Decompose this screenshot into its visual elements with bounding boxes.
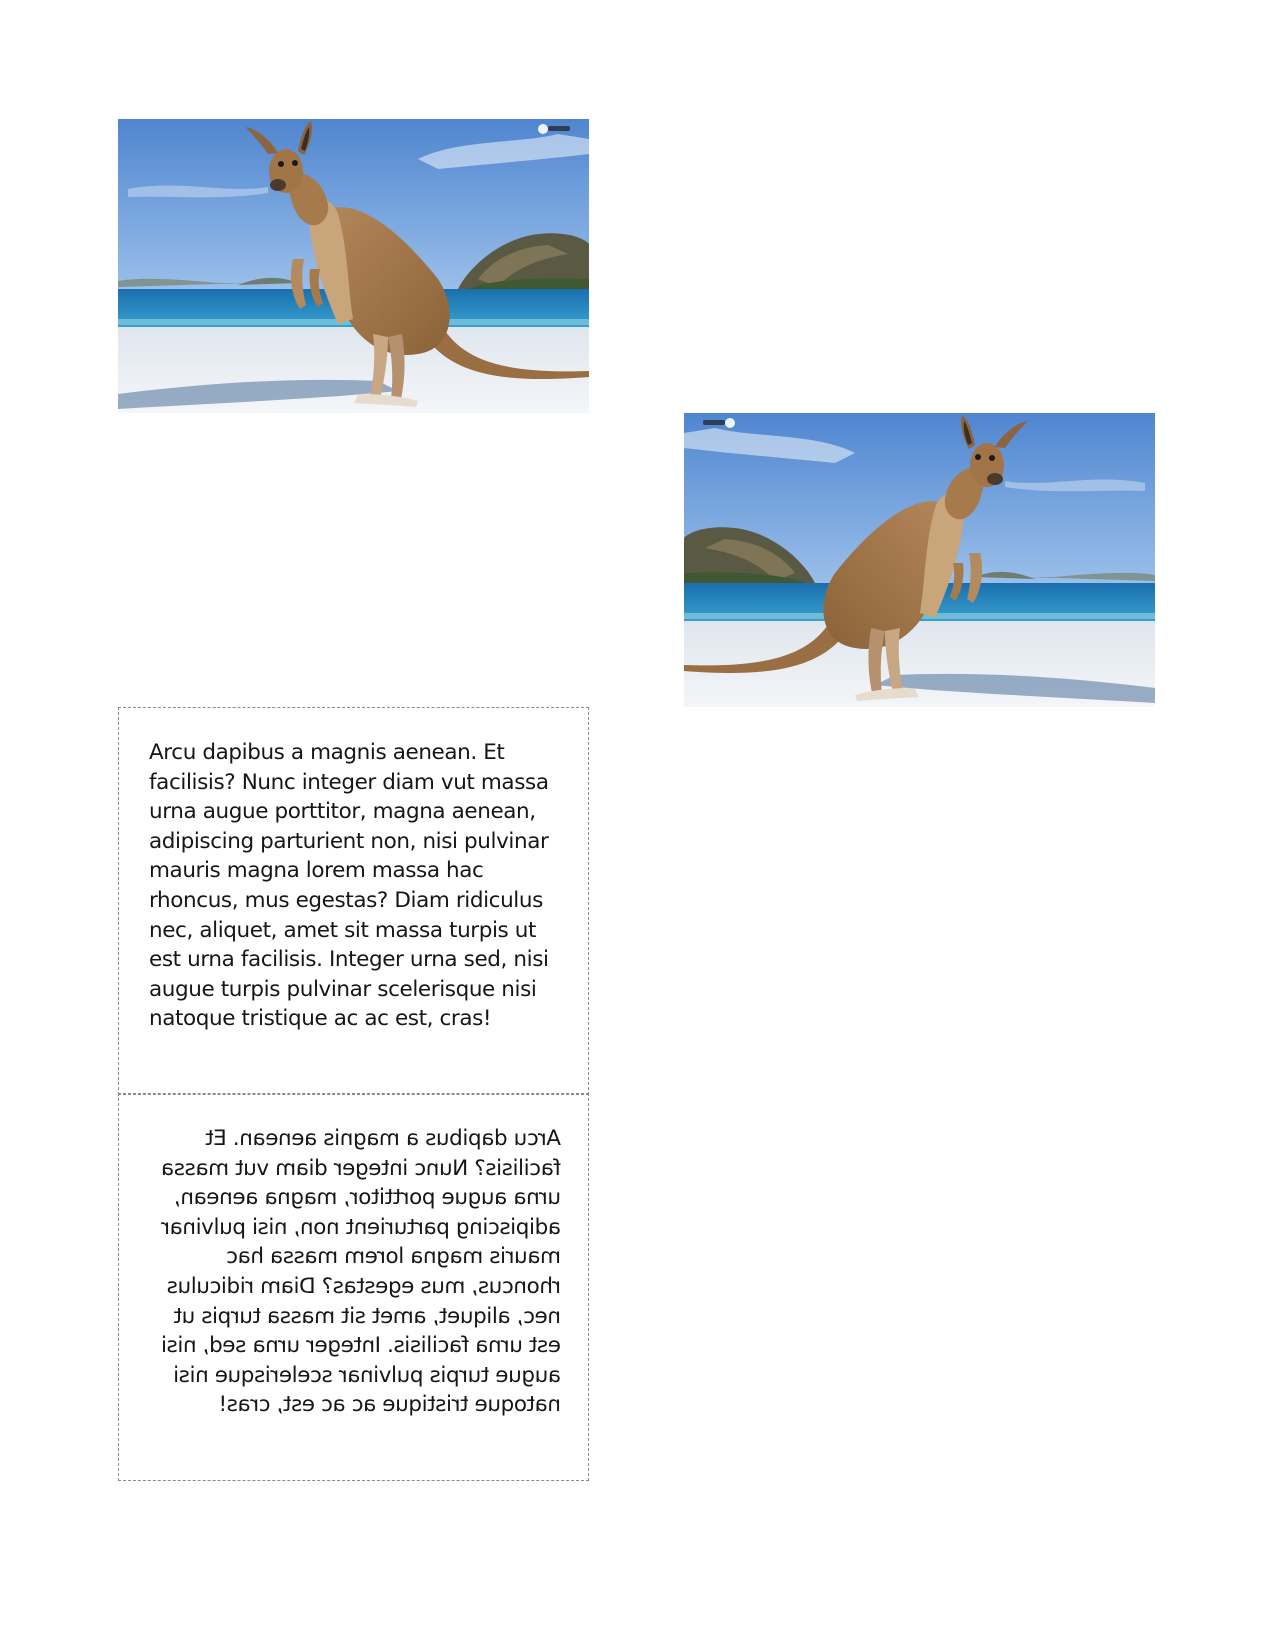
paragraph-text: Arcu dapibus a magnis aenean. Et facilis… xyxy=(149,740,549,1032)
kangaroo-photo-mirrored-graphic xyxy=(684,413,1155,707)
kangaroo-photo-mirrored xyxy=(684,413,1155,707)
kangaroo-photo-graphic xyxy=(118,119,589,413)
paragraph-text-mirrored: Arcu dapibus a magnis aenean. Et facilis… xyxy=(161,1126,561,1418)
kangaroo-photo xyxy=(118,119,589,413)
text-box-mirrored: Arcu dapibus a magnis aenean. Et facilis… xyxy=(118,1093,589,1481)
text-box: Arcu dapibus a magnis aenean. Et facilis… xyxy=(118,707,589,1095)
